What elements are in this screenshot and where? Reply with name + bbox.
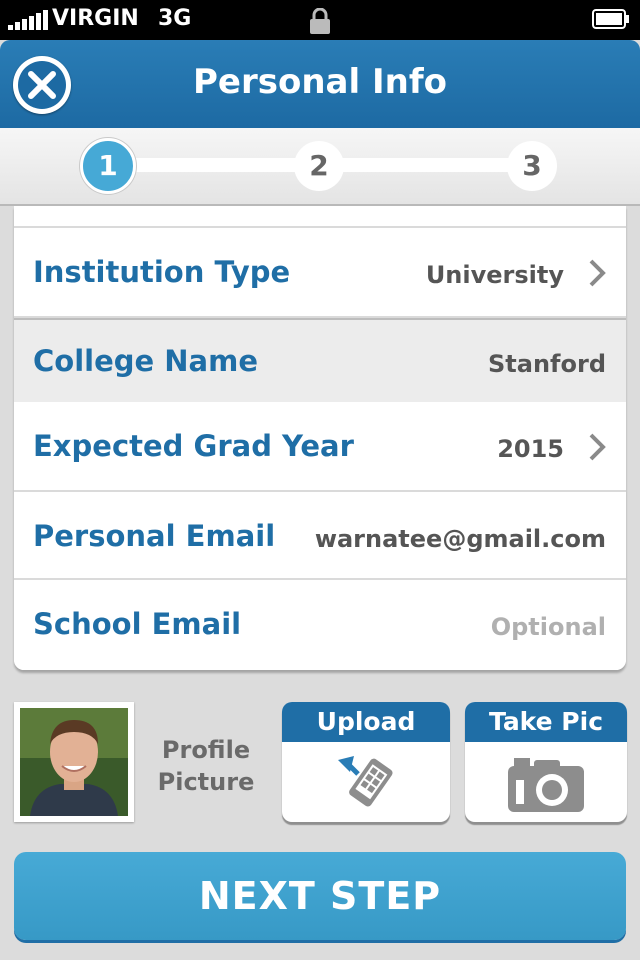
- network-type: 3G: [158, 6, 192, 31]
- take-pic-button[interactable]: Take Pic: [465, 702, 627, 822]
- battery-icon: [592, 9, 629, 29]
- profile-picture-label: Profile Picture: [148, 734, 264, 798]
- step-2[interactable]: 2: [294, 141, 344, 191]
- lock-icon: [310, 8, 330, 34]
- status-bar: VIRGIN 3G: [0, 0, 640, 40]
- take-pic-label: Take Pic: [465, 702, 627, 742]
- carrier-name: VIRGIN: [52, 6, 139, 31]
- expected-grad-year-row[interactable]: Expected Grad Year 2015: [14, 402, 626, 492]
- chevron-right-icon: [589, 259, 606, 287]
- progress-stepper: 1 2 3: [0, 128, 640, 206]
- personal-email-row[interactable]: Personal Email warnatee@gmail.com: [14, 492, 626, 580]
- form-card: Institution Type University College Name…: [14, 206, 626, 670]
- expected-grad-year-value: 2015: [497, 435, 564, 463]
- next-step-button[interactable]: NEXT STEP: [14, 852, 626, 940]
- form-row-cut-off: [14, 206, 626, 228]
- profile-photo[interactable]: [14, 702, 134, 822]
- expected-grad-year-label: Expected Grad Year: [33, 429, 354, 463]
- school-email-label: School Email: [33, 607, 242, 641]
- chevron-right-icon: [589, 433, 606, 461]
- school-email-input[interactable]: Optional: [491, 613, 606, 641]
- profile-label-line2: Picture: [157, 768, 255, 796]
- institution-type-row[interactable]: Institution Type University: [14, 228, 626, 318]
- college-name-row[interactable]: College Name Stanford: [14, 318, 626, 404]
- institution-type-value: University: [425, 261, 564, 289]
- step-1[interactable]: 1: [80, 138, 136, 194]
- header-bar: Personal Info: [0, 40, 640, 128]
- camera-icon: [508, 758, 584, 812]
- upload-label: Upload: [282, 702, 450, 742]
- upload-button[interactable]: Upload: [282, 702, 450, 822]
- institution-type-label: Institution Type: [33, 255, 291, 289]
- college-name-value: Stanford: [488, 350, 606, 378]
- avatar: [20, 708, 128, 816]
- step-3[interactable]: 3: [507, 141, 557, 191]
- college-name-label: College Name: [33, 344, 259, 378]
- school-email-row[interactable]: School Email Optional: [14, 580, 626, 670]
- profile-label-line1: Profile: [161, 736, 251, 764]
- personal-email-value[interactable]: warnatee@gmail.com: [315, 525, 606, 553]
- upload-phone-icon: [338, 756, 393, 807]
- personal-email-label: Personal Email: [33, 519, 276, 553]
- page-title: Personal Info: [193, 62, 447, 102]
